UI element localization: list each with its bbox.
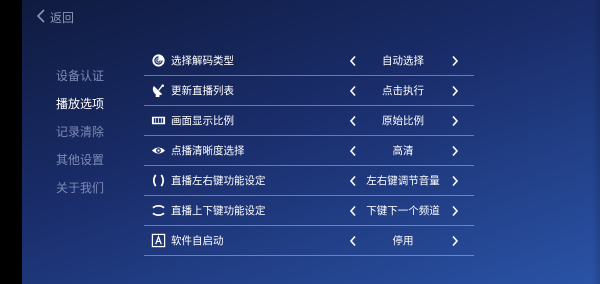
- chevron-left-icon[interactable]: [348, 115, 358, 127]
- chevron-right-icon[interactable]: [450, 175, 460, 187]
- setting-label: 选择解码类型: [171, 55, 234, 67]
- chevron-left-icon[interactable]: [348, 205, 358, 217]
- sidebar-item-device-auth[interactable]: 设备认证: [56, 66, 136, 94]
- setting-auto-start[interactable]: 软件自启动 停用: [144, 226, 474, 256]
- setting-label: 点播清晰度选择: [171, 145, 245, 157]
- chevron-right-icon[interactable]: [450, 55, 460, 67]
- setting-decode-type[interactable]: 选择解码类型 自动选择: [144, 46, 474, 76]
- chevron-right-icon[interactable]: [450, 85, 460, 97]
- settings-list: 选择解码类型 自动选择 更新直播列表 点击执行 画面显示比例 原始比例 点播清晰…: [144, 46, 474, 256]
- back-label: 返回: [50, 11, 75, 25]
- setting-label: 直播上下键功能设定: [171, 205, 266, 217]
- setting-label: 直播左右键功能设定: [171, 175, 266, 187]
- left-edge: [0, 0, 22, 284]
- setting-value: 下键下一个频道: [366, 205, 440, 217]
- setting-aspect-ratio[interactable]: 画面显示比例 原始比例: [144, 106, 474, 136]
- setting-value: 自动选择: [382, 55, 424, 67]
- chevron-left-icon[interactable]: [348, 145, 358, 157]
- setting-live-left-right-keys[interactable]: 直播左右键功能设定 左右键调节音量: [144, 166, 474, 196]
- sidebar-item-other-settings[interactable]: 其他设置: [56, 150, 136, 178]
- setting-value: 左右键调节音量: [366, 175, 440, 187]
- eye-icon: [151, 143, 166, 158]
- sidebar-item-clear-records[interactable]: 记录清除: [56, 122, 136, 150]
- up-down-arrows-icon: [151, 203, 166, 218]
- setting-value: 高清: [392, 145, 414, 157]
- sidebar-item-label: 播放选项: [56, 97, 105, 111]
- setting-label: 更新直播列表: [171, 85, 234, 97]
- sidebar-item-label: 其他设置: [56, 153, 105, 167]
- right-edge: [592, 0, 600, 284]
- chevron-right-icon[interactable]: [450, 205, 460, 217]
- setting-vod-quality[interactable]: 点播清晰度选择 高清: [144, 136, 474, 166]
- chevron-right-icon[interactable]: [450, 115, 460, 127]
- chevron-left-icon[interactable]: [348, 175, 358, 187]
- sidebar-item-playback-options[interactable]: 播放选项: [56, 94, 136, 122]
- chevron-right-icon[interactable]: [450, 145, 460, 157]
- left-right-arrows-icon: [151, 173, 166, 188]
- setting-value: 点击执行: [382, 85, 424, 97]
- sidebar-item-label: 关于我们: [56, 181, 105, 195]
- sidebar-item-label: 设备认证: [56, 69, 105, 83]
- aspect-ratio-icon: [151, 113, 166, 128]
- sidebar-item-label: 记录清除: [56, 125, 105, 139]
- chevron-left-icon[interactable]: [348, 85, 358, 97]
- chevron-right-icon[interactable]: [450, 235, 460, 247]
- setting-update-live-list[interactable]: 更新直播列表 点击执行: [144, 76, 474, 106]
- back-button[interactable]: 返回: [36, 9, 74, 26]
- chevron-left-icon[interactable]: [348, 235, 358, 247]
- setting-label: 软件自启动: [171, 235, 224, 247]
- satellite-icon: [151, 83, 166, 98]
- setting-live-up-down-keys[interactable]: 直播上下键功能设定 下键下一个频道: [144, 196, 474, 226]
- setting-label: 画面显示比例: [171, 115, 234, 127]
- chevron-left-icon[interactable]: [348, 55, 358, 67]
- sidebar: 设备认证 播放选项 记录清除 其他设置 关于我们: [56, 66, 136, 206]
- sidebar-item-about-us[interactable]: 关于我们: [56, 178, 136, 206]
- setting-value: 原始比例: [382, 115, 424, 127]
- spiral-icon: [151, 53, 166, 68]
- setting-value: 停用: [392, 235, 414, 247]
- chevron-left-icon: [36, 9, 50, 26]
- auto-start-icon: [151, 233, 166, 248]
